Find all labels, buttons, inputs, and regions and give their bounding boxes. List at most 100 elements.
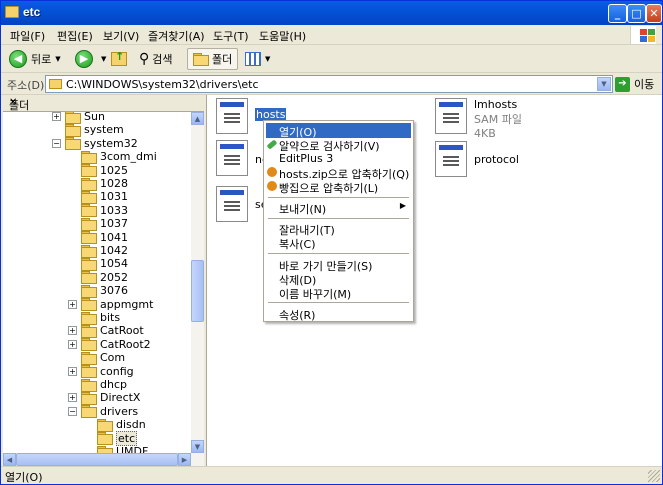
chevron-down-icon[interactable]: ▼ [55, 55, 60, 63]
expand-icon[interactable]: + [68, 299, 77, 309]
tree-item[interactable]: CatRoot [81, 324, 144, 338]
tree-item[interactable]: DirectX [81, 391, 141, 405]
tree-item-label: UMDF [116, 445, 149, 453]
scroll-left-icon[interactable]: ◀ [3, 453, 16, 466]
tree-item[interactable]: UMDF [97, 445, 148, 453]
menu-item-copy[interactable]: 복사(C) [266, 235, 411, 251]
collapse-icon[interactable]: − [52, 138, 61, 148]
tree-item[interactable]: Com [81, 351, 125, 365]
tree-item[interactable]: 3076 [81, 284, 128, 298]
tree-item[interactable]: system [65, 123, 124, 137]
tree-item[interactable]: 2052 [81, 271, 128, 285]
expand-icon[interactable]: + [68, 393, 77, 403]
chevron-down-icon[interactable]: ▼ [597, 77, 611, 91]
menu-separator [268, 197, 409, 198]
tree-vertical-scrollbar[interactable]: ▲ ▼ [191, 112, 204, 453]
tree-item[interactable]: 1033 [81, 204, 128, 218]
chevron-down-icon[interactable]: ▼ [101, 55, 106, 63]
menu-item-editplus[interactable]: EditPlus 3 [266, 151, 411, 166]
collapse-icon[interactable]: − [68, 406, 77, 416]
menu-item-delete[interactable]: 삭제(D) [266, 271, 411, 287]
tree-item-label: 3076 [100, 284, 128, 298]
forward-button[interactable]: ▶ ▼ [75, 48, 106, 70]
menu-favorites[interactable]: 즐겨찾기(A) [148, 28, 205, 44]
minimize-button[interactable]: _ [608, 4, 627, 23]
menu-edit[interactable]: 편집(E) [57, 28, 93, 44]
tree-item[interactable]: 1041 [81, 231, 128, 245]
back-button[interactable]: ◀ 뒤로 ▼ [9, 48, 61, 70]
tree-item[interactable]: CatRoot2 [81, 338, 151, 352]
menu-tools[interactable]: 도구(T) [213, 28, 249, 44]
tree-item[interactable]: 1037 [81, 217, 128, 231]
folders-button[interactable]: 폴더 [187, 48, 239, 70]
views-button[interactable]: ▼ [245, 48, 270, 70]
folder-icon [81, 391, 97, 405]
search-label: 검색 [152, 53, 173, 66]
title-bar[interactable]: etc _ □ ✕ [1, 1, 662, 25]
file-item-services[interactable]: se [216, 186, 268, 222]
tree-item[interactable]: appmgmt [81, 298, 153, 312]
folder-icon [81, 298, 97, 312]
tree-item[interactable]: 3com_dmi [81, 150, 157, 164]
tree-item-label: DirectX [100, 391, 141, 405]
menu-item-scan[interactable]: 알약으로 검사하기(V) [266, 137, 411, 153]
folder-icon [97, 418, 113, 432]
up-folder-button[interactable]: ↑ [111, 48, 127, 70]
file-item-lmhosts[interactable]: lmhosts SAM 파일 4KB [435, 98, 522, 140]
maximize-button[interactable]: □ [627, 4, 646, 23]
expand-icon[interactable]: + [52, 112, 61, 121]
menu-item-cut[interactable]: 잘라내기(T) [266, 221, 411, 237]
scroll-down-icon[interactable]: ▼ [191, 440, 204, 453]
tree-horizontal-scrollbar[interactable]: ◀ ▶ [3, 453, 204, 466]
menu-separator [268, 253, 409, 254]
scroll-right-icon[interactable]: ▶ [178, 453, 191, 466]
folder-icon [193, 53, 209, 66]
folder-icon [5, 6, 19, 18]
search-icon: ⚲ [139, 51, 150, 67]
close-icon[interactable]: ✕ [9, 97, 200, 108]
folders-pane-header: 폴더 ✕ [3, 95, 204, 112]
tree-item[interactable]: 1028 [81, 177, 128, 191]
tree-item[interactable]: Sun [65, 112, 105, 124]
expand-icon[interactable]: + [68, 366, 77, 376]
tree-item[interactable]: dhcp [81, 378, 127, 392]
menu-separator [268, 302, 409, 303]
resize-grip-icon[interactable] [648, 470, 660, 482]
tree-item[interactable]: etc [97, 430, 138, 446]
tree-item[interactable]: config [81, 365, 134, 379]
tree-item[interactable]: 1054 [81, 257, 128, 271]
tree-item[interactable]: disdn [97, 418, 146, 432]
menu-help[interactable]: 도움말(H) [259, 28, 306, 44]
menu-item-properties[interactable]: 속성(R) [266, 306, 411, 322]
scroll-thumb[interactable] [16, 453, 178, 466]
tree-item[interactable]: drivers [81, 405, 138, 419]
menu-item-create-shortcut[interactable]: 바로 가기 만들기(S) [266, 257, 411, 273]
menu-item-send-to[interactable]: 보내기(N) ▶ [266, 200, 411, 216]
go-button[interactable]: ➔ 이동 [615, 76, 654, 92]
menu-item-bandizip[interactable]: 빵집으로 압축하기(L) [266, 179, 411, 195]
menu-view[interactable]: 보기(V) [103, 28, 139, 44]
scroll-up-icon[interactable]: ▲ [191, 112, 204, 125]
scroll-thumb[interactable] [191, 260, 204, 322]
tree-item[interactable]: bits [81, 311, 120, 325]
file-item-protocol[interactable]: protocol [435, 141, 519, 177]
menu-item-open[interactable]: 열기(O) [266, 123, 411, 139]
address-input[interactable]: C:\WINDOWS\system32\drivers\etc ▼ [45, 75, 613, 93]
search-button[interactable]: ⚲ 검색 [139, 48, 173, 70]
menu-item-label: 보내기(N) [279, 203, 327, 216]
tree-item[interactable]: 1031 [81, 190, 128, 204]
tree-item[interactable]: 1025 [81, 164, 128, 178]
file-item-networks[interactable]: ne [216, 140, 269, 176]
menu-item-label: 복사(C) [279, 238, 316, 251]
tree-item[interactable]: system32 [65, 137, 138, 151]
chevron-down-icon[interactable]: ▼ [265, 55, 270, 63]
close-button[interactable]: ✕ [646, 4, 662, 23]
tree-item[interactable]: 1042 [81, 244, 128, 258]
menu-file[interactable]: 파일(F) [10, 28, 45, 44]
expand-icon[interactable]: + [68, 339, 77, 349]
expand-icon[interactable]: + [68, 326, 77, 336]
menu-item-zip[interactable]: hosts.zip으로 압축하기(Q) [266, 165, 411, 181]
archive-icon [267, 167, 277, 177]
menu-item-rename[interactable]: 이름 바꾸기(M) [266, 285, 411, 301]
folder-tree[interactable]: Sun + system system32−3com_dmi 1025 1028 1031 1… [3, 112, 191, 453]
